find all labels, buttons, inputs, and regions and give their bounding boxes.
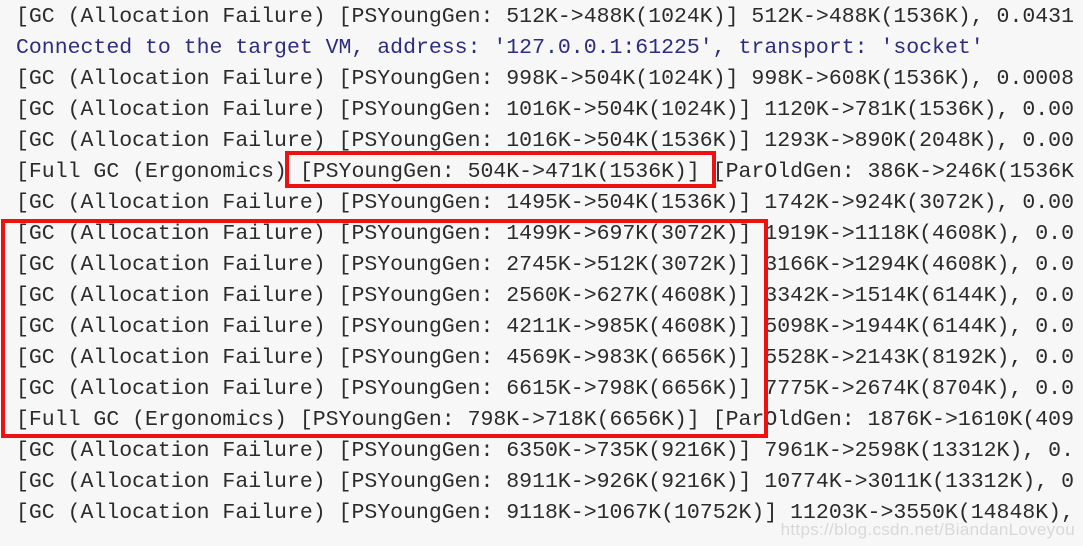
log-line: [GC (Allocation Failure) [PSYoungGen: 14… — [16, 222, 1074, 246]
log-line: [GC (Allocation Failure) [PSYoungGen: 99… — [16, 67, 1074, 91]
log-line: [GC (Allocation Failure) [PSYoungGen: 89… — [16, 470, 1074, 494]
log-line: [GC (Allocation Failure) [PSYoungGen: 42… — [16, 315, 1074, 339]
log-line: [GC (Allocation Failure) [PSYoungGen: 63… — [16, 439, 1074, 463]
log-line-full-gc: [Full GC (Ergonomics) [PSYoungGen: 504K-… — [16, 160, 1074, 184]
log-line-full-gc: [Full GC (Ergonomics) [PSYoungGen: 798K-… — [16, 408, 1074, 432]
log-output-area[interactable]: [GC (Allocation Failure) [PSYoungGen: 51… — [0, 0, 1083, 529]
log-line: [GC (Allocation Failure) [PSYoungGen: 10… — [16, 129, 1074, 153]
log-line: [GC (Allocation Failure) [PSYoungGen: 10… — [16, 98, 1074, 122]
log-line: [GC (Allocation Failure) [PSYoungGen: 27… — [16, 253, 1074, 277]
log-line: [GC (Allocation Failure) [PSYoungGen: 51… — [16, 5, 1074, 29]
log-line: [GC (Allocation Failure) [PSYoungGen: 45… — [16, 346, 1074, 370]
log-line: [GC (Allocation Failure) [PSYoungGen: 25… — [16, 284, 1074, 308]
gc-log-console[interactable]: [GC (Allocation Failure) [PSYoungGen: 51… — [0, 0, 1083, 546]
log-line: [GC (Allocation Failure) [PSYoungGen: 14… — [16, 191, 1074, 215]
watermark: https://blog.csdn.net/BiandanLoveyou — [780, 520, 1075, 539]
log-line: [GC (Allocation Failure) [PSYoungGen: 66… — [16, 377, 1074, 401]
log-line-connected: Connected to the target VM, address: '12… — [16, 36, 984, 60]
